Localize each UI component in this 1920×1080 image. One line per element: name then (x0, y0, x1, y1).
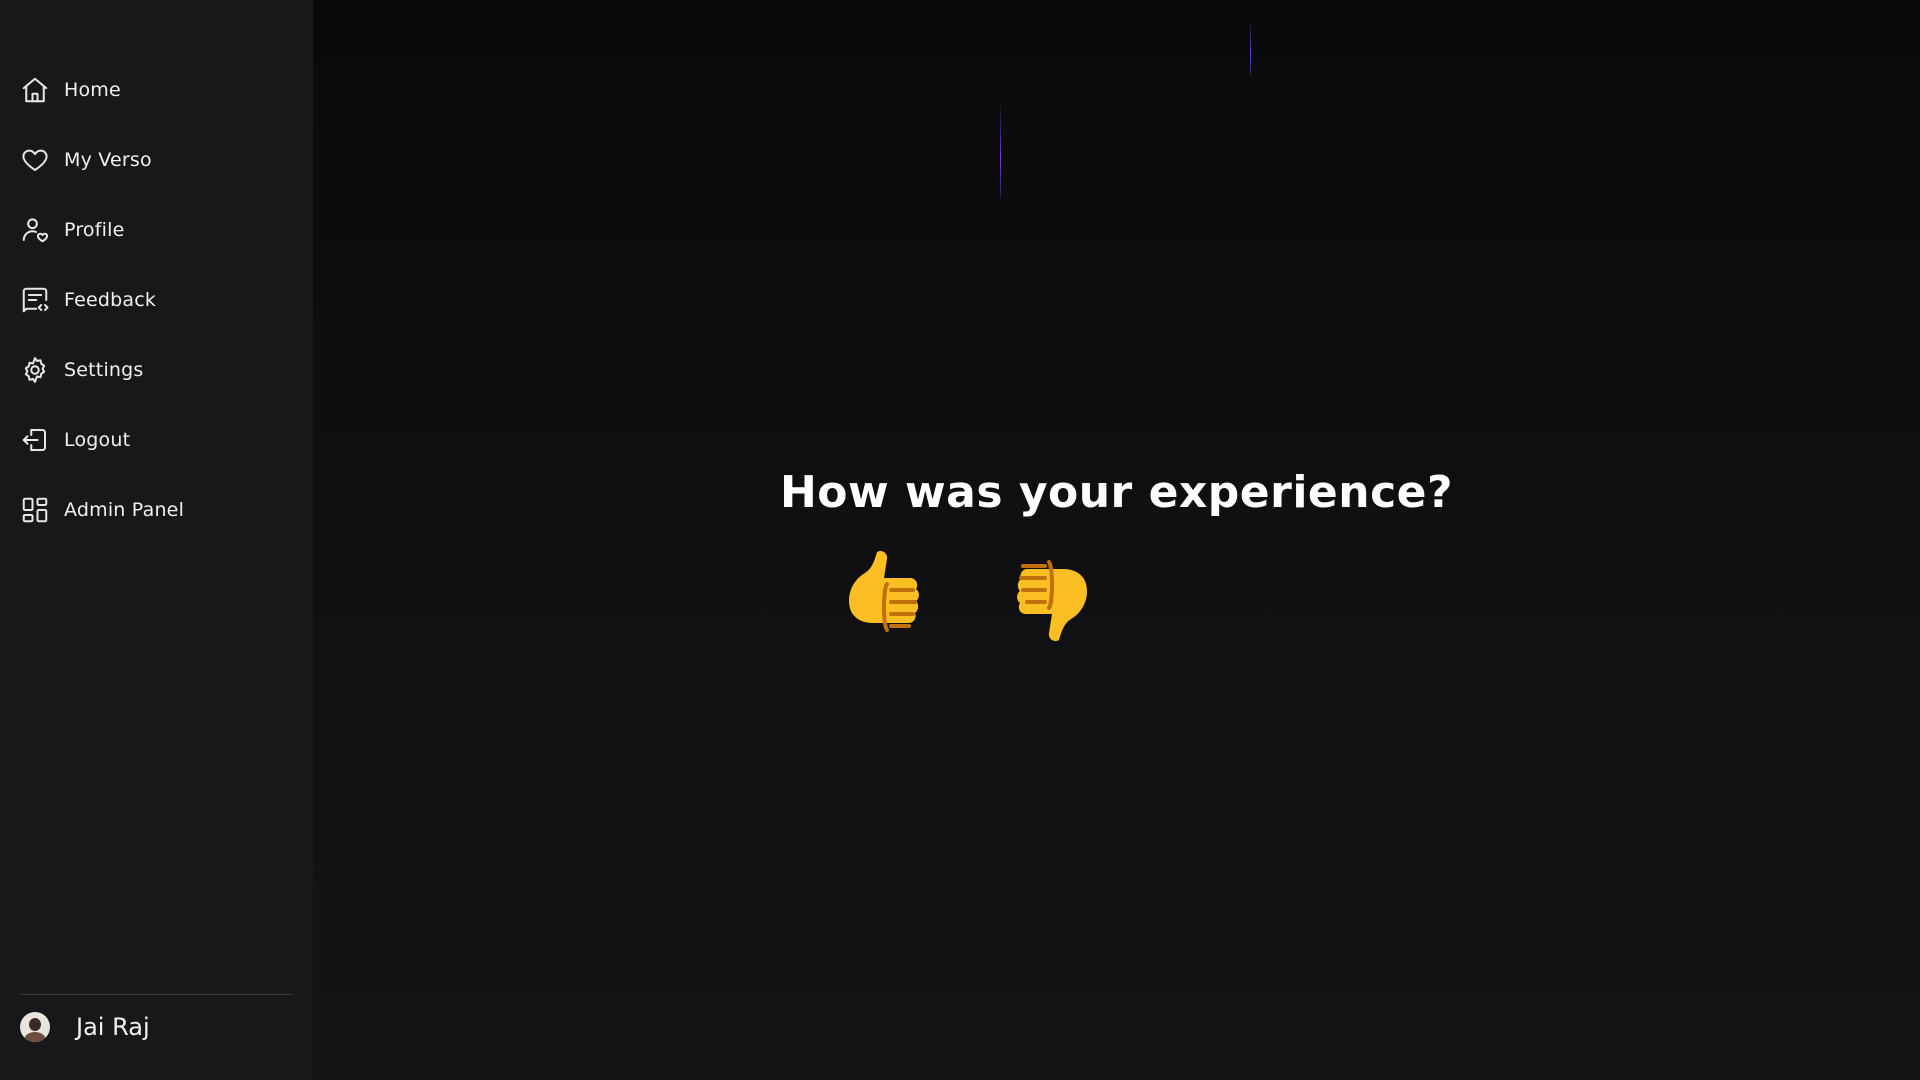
sidebar-item-profile[interactable]: Profile (20, 210, 293, 250)
sidebar-item-label: My Verso (64, 149, 152, 171)
sidebar-item-admin-panel[interactable]: Admin Panel (20, 490, 293, 530)
sidebar: Home My Verso Profile Feedback Settings … (0, 0, 313, 1080)
user-profile-button[interactable]: Jai Raj (20, 1012, 150, 1042)
main-content: How was your experience? (313, 0, 1920, 1080)
home-icon (20, 75, 50, 105)
thumbs-up-button[interactable] (843, 548, 933, 644)
feedback-question: How was your experience? (779, 467, 1454, 519)
user-name: Jai Raj (76, 1013, 150, 1041)
sidebar-nav: Home My Verso Profile Feedback Settings … (20, 70, 293, 560)
sidebar-item-settings[interactable]: Settings (20, 350, 293, 390)
sidebar-item-feedback[interactable]: Feedback (20, 280, 293, 320)
grid-icon (20, 495, 50, 525)
user-heart-icon (20, 215, 50, 245)
sidebar-item-label: Feedback (64, 289, 157, 311)
logout-icon (20, 425, 50, 455)
thumbs-up-icon (849, 550, 919, 632)
avatar (20, 1012, 50, 1042)
thumbs-down-button[interactable] (1003, 548, 1093, 644)
sidebar-item-label: Logout (64, 429, 131, 451)
sidebar-item-label: Profile (64, 219, 125, 241)
gear-icon (20, 355, 50, 385)
sidebar-item-home[interactable]: Home (20, 70, 293, 110)
sidebar-item-label: Settings (64, 359, 144, 381)
sidebar-item-my-verso[interactable]: My Verso (20, 140, 293, 180)
feedback-icon (20, 285, 50, 315)
app-root: Home My Verso Profile Feedback Settings … (0, 0, 1920, 1080)
vote-buttons (843, 548, 1093, 644)
decorative-streak (1000, 100, 1001, 198)
sidebar-item-logout[interactable]: Logout (20, 420, 293, 460)
decorative-streak (1250, 20, 1251, 76)
sidebar-item-label: Home (64, 79, 121, 101)
sidebar-divider (20, 994, 293, 995)
sidebar-item-label: Admin Panel (64, 499, 185, 521)
heart-icon (20, 145, 50, 175)
thumbs-down-icon (1017, 560, 1087, 642)
